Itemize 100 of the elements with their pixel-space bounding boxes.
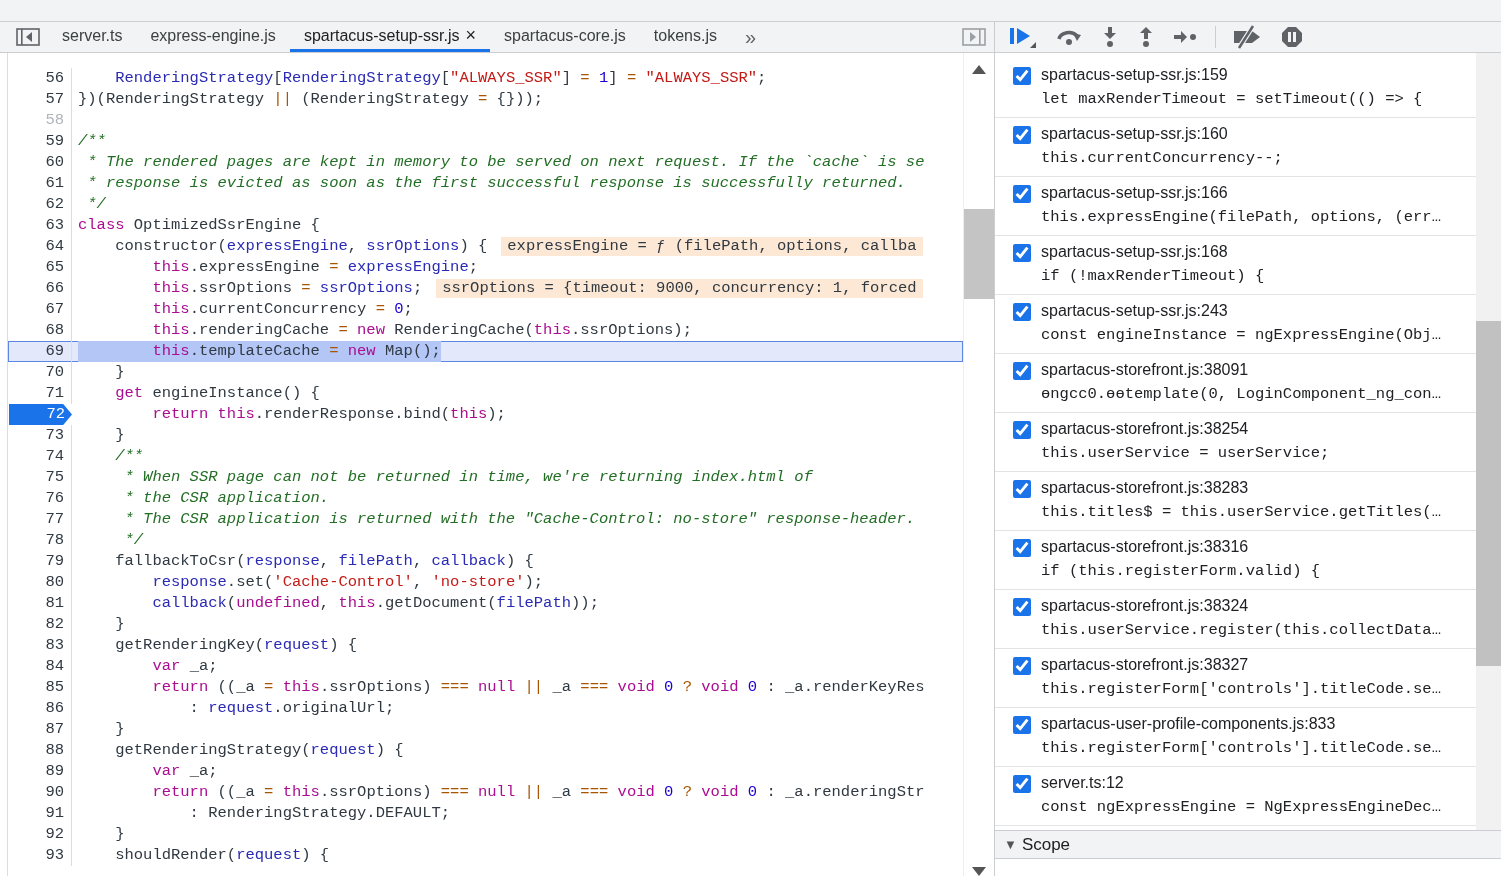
line-number: 82: [9, 614, 72, 635]
line-number: 58: [9, 110, 72, 131]
breakpoint-checkbox[interactable]: [1013, 775, 1031, 793]
breakpoint-code: this.registerForm['controls'].titleCode.se…: [1041, 679, 1441, 700]
code-line: return ((_a = this.ssrOptions) === null || _a === void 0 ? void 0 : _a.renderingStr: [151, 782, 925, 803]
resume-button[interactable]: [1007, 26, 1039, 48]
code-line: * the CSR application.: [123, 488, 330, 509]
code-line: }: [114, 719, 125, 740]
line-number: 89: [9, 761, 72, 782]
scroll-down-icon[interactable]: [972, 867, 986, 876]
breakpoint-code: if (this.registerForm.valid) {: [1041, 561, 1321, 582]
inline-value: expressEngine = ƒ (filePath, options, callba: [501, 237, 923, 256]
code-line: fallbackToCsr(response, filePath, callback) {: [114, 551, 534, 572]
code-line: }: [114, 614, 125, 635]
line-number: 74: [9, 446, 72, 467]
breakpoint-location[interactable]: spartacus-setup-ssr.js:160: [1041, 122, 1283, 146]
breakpoint-location[interactable]: spartacus-user-profile-components.js:833: [1041, 712, 1441, 736]
code-line: getRenderingKey(request) {: [114, 635, 358, 656]
breakpoint-code: this.currentConcurrency--;: [1041, 148, 1283, 169]
breakpoint-checkbox[interactable]: [1013, 539, 1031, 557]
code-line: shouldRender(request) {: [114, 845, 330, 866]
breakpoint-checkbox[interactable]: [1013, 716, 1031, 734]
code-line: RenderingStrategy[RenderingStrategy["ALWAYS_SSR"] = 1] = "ALWAYS_SSR";: [114, 68, 767, 89]
line-number: 88: [9, 740, 72, 761]
expanded-icon[interactable]: ▼: [1004, 834, 1017, 855]
breakpoint-code: this.registerForm['controls'].titleCode.se…: [1041, 738, 1441, 759]
file-tab[interactable]: spartacus-setup-ssr.js ×: [289, 22, 490, 52]
line-number: 59: [9, 131, 72, 152]
breakpoint-location[interactable]: server.ts:12: [1041, 771, 1441, 795]
breakpoint-code: if (!maxRenderTimeout) {: [1041, 266, 1265, 287]
line-number: 84: [9, 656, 72, 677]
code-line: }: [114, 425, 125, 446]
section-title: Scope: [1021, 833, 1071, 856]
breakpoint-checkbox[interactable]: [1013, 362, 1031, 380]
line-number: 93: [9, 845, 72, 866]
breakpoint-location[interactable]: spartacus-setup-ssr.js:168: [1041, 240, 1265, 264]
breakpoint-checkbox[interactable]: [1013, 657, 1031, 675]
breakpoint-checkbox[interactable]: [1013, 421, 1031, 439]
breakpoint-location[interactable]: spartacus-storefront.js:38254: [1041, 417, 1330, 441]
line-number: 69: [9, 341, 72, 362]
file-tab[interactable]: server.ts: [48, 22, 137, 52]
close-icon[interactable]: ×: [465, 22, 476, 49]
breakpoint-code: this.userService = userService;: [1041, 443, 1330, 464]
code-line: callback(undefined, this.getDocument(filePath));: [151, 593, 599, 614]
scroll-thumb[interactable]: [964, 209, 994, 299]
scroll-up-icon[interactable]: [972, 65, 986, 74]
code-line: this.currentConcurrency = 0;: [151, 299, 413, 320]
line-number: 63: [9, 215, 72, 236]
code-line: * response is evicted as soon as the first successful response is successfully returned.: [86, 173, 906, 194]
code-line: */: [123, 530, 144, 551]
code-line: response.set('Cache-Control', 'no-store');: [151, 572, 544, 593]
scroll-thumb[interactable]: [1476, 321, 1501, 666]
file-tab[interactable]: tokens.js: [639, 22, 731, 52]
breakpoint-checkbox[interactable]: [1013, 185, 1031, 203]
breakpoint-marker[interactable]: 72: [9, 404, 72, 425]
breakpoint-checkbox[interactable]: [1013, 480, 1031, 498]
line-number: 65: [9, 257, 72, 278]
breakpoint-location[interactable]: spartacus-storefront.js:38283: [1041, 476, 1441, 500]
scrollbar[interactable]: [1476, 53, 1501, 830]
breakpoint-code: ɵngcc0.ɵɵtemplate(0, LoginComponent_ng_con…: [1041, 384, 1441, 405]
inline-value: ssrOptions = {timeout: 9000, concurrency: 1, forced: [436, 279, 923, 298]
toggle-navigator-icon[interactable]: [16, 28, 40, 46]
toggle-debugger-icon[interactable]: [962, 28, 986, 46]
breakpoint-checkbox[interactable]: [1013, 126, 1031, 144]
breakpoint-location[interactable]: spartacus-storefront.js:38324: [1041, 594, 1441, 618]
more-tabs-button[interactable]: »: [738, 21, 763, 53]
code-line: : request.originalUrl;: [188, 698, 395, 719]
file-tab[interactable]: express-engine.js: [136, 22, 290, 52]
line-number: 64: [9, 236, 72, 257]
line-number: 75: [9, 467, 72, 488]
breakpoint-code: let maxRenderTimeout = setTimeout(() => {: [1041, 89, 1423, 110]
code-line: constructor(expressEngine, ssrOptions) {: [114, 236, 488, 257]
file-tab[interactable]: spartacus-core.js: [490, 22, 640, 52]
line-number: 56: [9, 68, 72, 89]
code-line: /**: [78, 131, 106, 152]
code-line: this.expressEngine = expressEngine;: [151, 257, 478, 278]
breakpoint-location[interactable]: spartacus-setup-ssr.js:243: [1041, 299, 1441, 323]
line-number: 83: [9, 635, 72, 656]
breakpoint-location[interactable]: spartacus-storefront.js:38327: [1041, 653, 1441, 677]
breakpoint-code: const engineInstance = ngExpressEngine(Obj…: [1041, 325, 1441, 346]
breakpoint-checkbox[interactable]: [1013, 598, 1031, 616]
breakpoint-location[interactable]: spartacus-storefront.js:38091: [1041, 358, 1441, 382]
breakpoint-location[interactable]: spartacus-setup-ssr.js:159: [1041, 63, 1423, 87]
line-number: 61: [9, 173, 72, 194]
line-number: 90: [9, 782, 72, 803]
code-line: get engineInstance() {: [114, 383, 320, 404]
breakpoint-location[interactable]: spartacus-setup-ssr.js:166: [1041, 181, 1441, 205]
code-line: this.renderingCache = new RenderingCache(this.ssrOptions);: [151, 320, 692, 341]
breakpoint-code: this.titles$ = this.userService.getTitles(…: [1041, 502, 1441, 523]
line-number: 92: [9, 824, 72, 845]
code-line: getRenderingStrategy(request) {: [114, 740, 404, 761]
breakpoint-location[interactable]: spartacus-storefront.js:38316: [1041, 535, 1321, 559]
breakpoint-code: this.userService.register(this.collectData…: [1041, 620, 1441, 641]
code-line: var _a;: [151, 761, 218, 782]
scrollbar[interactable]: [963, 53, 994, 876]
breakpoint-checkbox[interactable]: [1013, 244, 1031, 262]
breakpoint-checkbox[interactable]: [1013, 67, 1031, 85]
line-number: 77: [9, 509, 72, 530]
scope-section-header[interactable]: ▼ Scope: [995, 830, 1501, 859]
breakpoint-checkbox[interactable]: [1013, 303, 1031, 321]
